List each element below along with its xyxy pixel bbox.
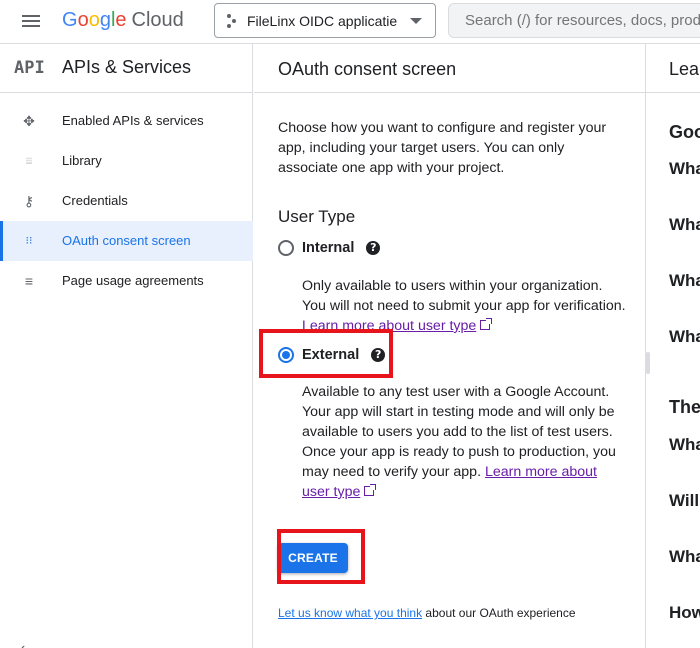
sidebar-item-enabled-apis[interactable]: ✥ Enabled APIs & services <box>0 101 253 141</box>
help-panel-title: Lear <box>669 59 700 79</box>
main-header: OAuth consent screen <box>254 44 645 93</box>
help-question[interactable]: Wha <box>669 271 700 291</box>
page-title: OAuth consent screen <box>278 59 457 79</box>
help-question[interactable]: Wha <box>669 159 700 179</box>
external-radio[interactable] <box>278 347 294 363</box>
help-question[interactable]: Wha <box>669 327 700 347</box>
sidebar-item-library[interactable]: ⦙⦙⦙ Library <box>0 141 253 181</box>
help-question[interactable]: Wha <box>669 215 700 235</box>
help-panel-header: Lear <box>646 44 700 93</box>
project-name: FileLinx OIDC applicatie <box>247 12 397 29</box>
help-heading: The <box>669 397 700 417</box>
feedback-link[interactable]: Let us know what you think <box>278 606 422 620</box>
sidebar-item-credentials[interactable]: ⚷ Credentials <box>0 181 253 221</box>
consent-icon: ⁝⁝ <box>25 235 33 247</box>
help-question[interactable]: Wha <box>669 435 700 455</box>
internal-description: Only available to users within your orga… <box>302 278 626 334</box>
main-menu-icon[interactable] <box>20 11 42 33</box>
main-content: OAuth consent screen Choose how you want… <box>254 44 645 648</box>
nav-header: API APIs & Services <box>0 44 253 93</box>
feedback-text: Let us know what you think about our OAu… <box>278 606 576 620</box>
project-icon <box>227 13 239 28</box>
nav-title: APIs & Services <box>62 57 192 77</box>
help-panel: Lear Goo Wha Wha Wha Wha The Wha Will Wh… <box>645 44 700 648</box>
left-navigation: API APIs & Services ✥ Enabled APIs & ser… <box>0 44 253 648</box>
help-question[interactable]: How <box>669 603 700 623</box>
project-picker[interactable]: FileLinx OIDC applicatie <box>214 3 436 38</box>
google-cloud-logo[interactable]: Google Cloud <box>62 8 184 32</box>
external-option[interactable]: External ? <box>278 344 386 366</box>
apis-icon: ✥ <box>23 113 35 129</box>
internal-radio[interactable] <box>278 240 294 256</box>
learn-more-user-type-link[interactable]: Learn more about user type <box>302 318 476 334</box>
user-type-heading: User Type <box>278 207 356 226</box>
collapse-nav-icon[interactable]: ‹ <box>20 640 25 648</box>
sidebar-item-oauth-consent[interactable]: ⁝⁝ OAuth consent screen <box>0 221 253 261</box>
create-button[interactable]: CREATE <box>278 543 348 573</box>
help-heading: Goo <box>669 122 700 142</box>
api-badge-icon: API <box>14 58 45 78</box>
settings-list-icon: ≡ <box>24 273 34 289</box>
help-question[interactable]: Will <box>669 491 699 511</box>
external-description: Available to any test user with a Google… <box>302 384 616 500</box>
external-link-icon <box>364 484 377 496</box>
top-bar: Google Cloud FileLinx OIDC applicatie <box>0 0 700 44</box>
help-icon[interactable]: ? <box>371 348 386 362</box>
intro-text: Choose how you want to configure and reg… <box>278 120 607 176</box>
internal-option[interactable]: Internal ? <box>278 237 381 259</box>
key-icon: ⚷ <box>23 193 35 209</box>
sidebar-item-page-usage[interactable]: ≡ Page usage agreements <box>0 261 253 301</box>
help-icon[interactable]: ? <box>366 241 381 255</box>
library-icon: ⦙⦙⦙ <box>25 156 33 166</box>
internal-label: Internal <box>302 240 355 256</box>
caret-down-icon <box>410 18 422 24</box>
help-question[interactable]: Wha <box>669 547 700 567</box>
external-label: External <box>302 347 360 363</box>
search-input[interactable] <box>448 3 700 38</box>
external-link-icon <box>480 318 493 330</box>
